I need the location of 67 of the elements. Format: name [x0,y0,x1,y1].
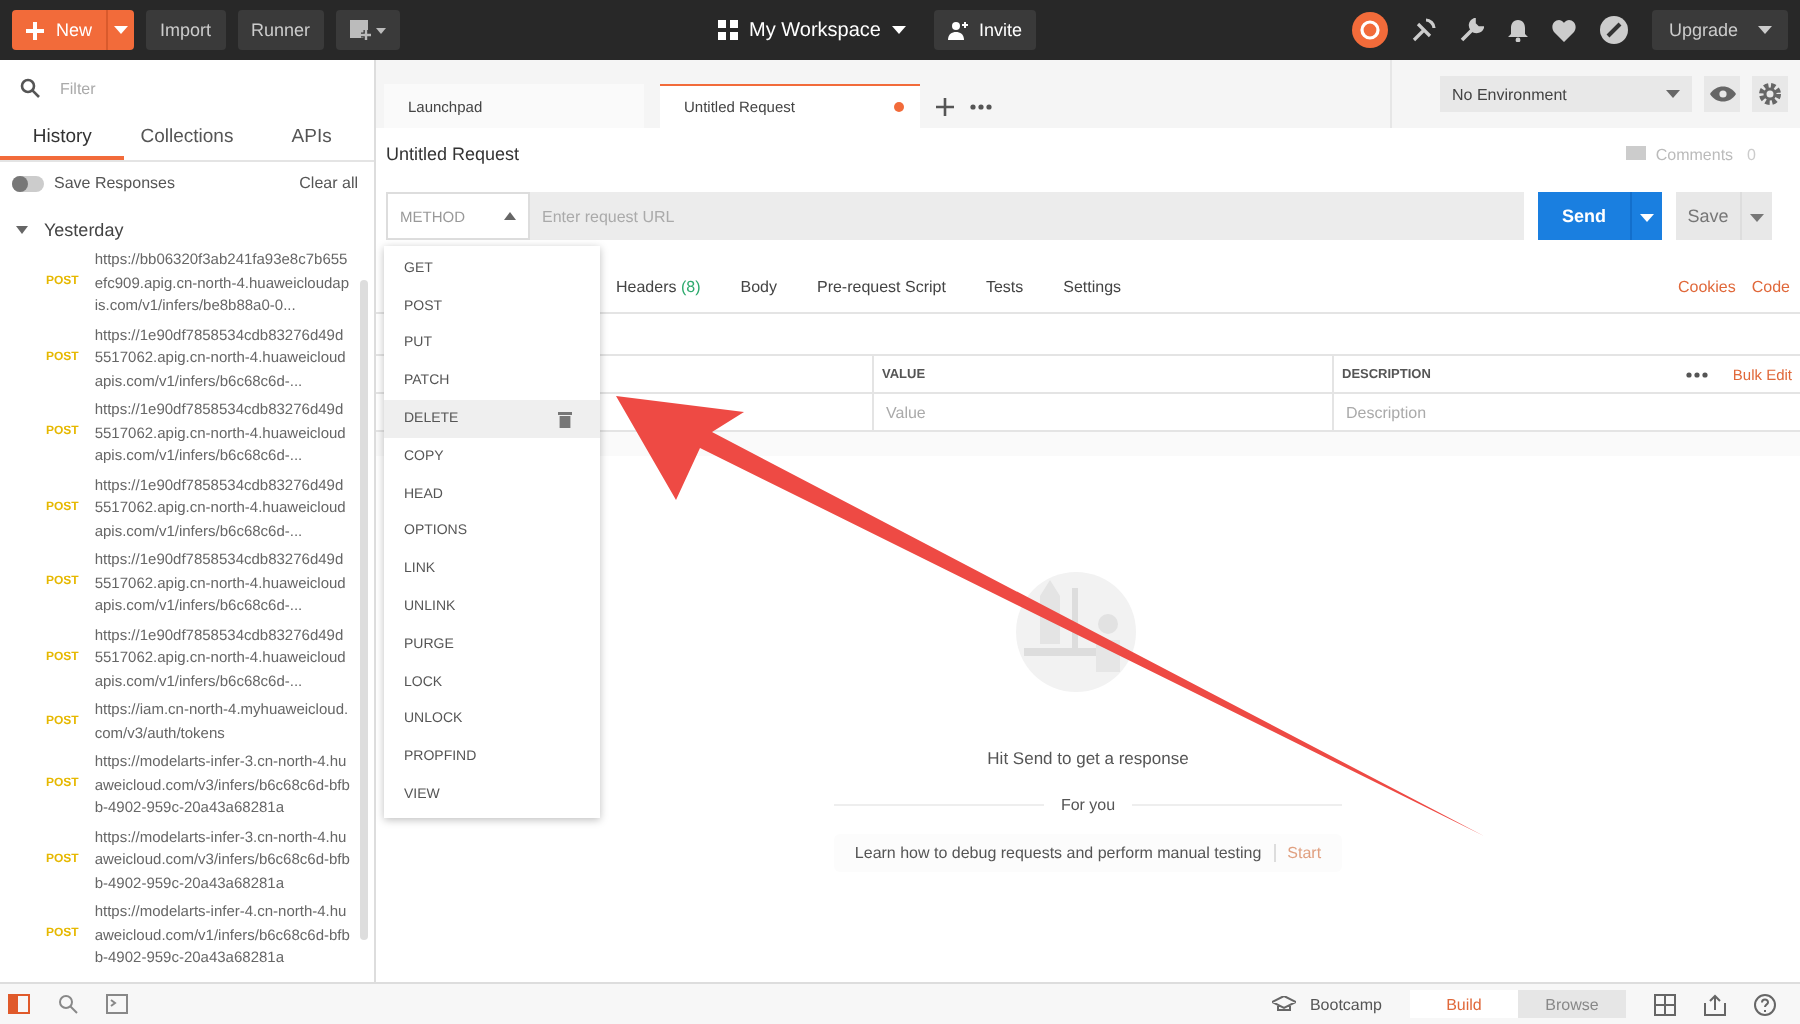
heart-icon[interactable] [1552,19,1577,41]
section-tab[interactable]: Body [740,277,777,295]
more-icon[interactable] [970,103,992,109]
sidebar-icon[interactable] [8,994,30,1014]
group-label: Yesterday [44,220,124,240]
toolbar-button[interactable]: Import [146,10,226,50]
toggle-switch[interactable] [12,175,44,191]
new-dropdown-button[interactable] [106,10,135,50]
toolbar-button[interactable]: Runner [237,10,325,50]
section-tab[interactable]: Headers (8) [616,277,701,295]
more-icon[interactable] [1686,371,1709,377]
value-field[interactable]: Value [882,401,1332,423]
save-button[interactable]: Save [1676,192,1740,240]
empty-response-message: Hit Send to get a response [987,748,1189,768]
grid-icon [717,20,738,40]
sidebar-tab[interactable]: History [0,116,125,160]
section-heading: For you [1060,796,1116,814]
workspace-selector[interactable]: My Workspace [717,19,907,41]
graduation-cap-icon [1271,996,1296,1012]
section-tab[interactable]: Tests [985,277,1024,295]
upload-icon[interactable] [1704,993,1726,1015]
url-field[interactable]: Enter request URL [530,192,1524,240]
tip-text: Learn how to debug requests and perform manual testing [854,844,1276,862]
invite-button[interactable]: Invite [934,10,1036,50]
comment-icon [1625,146,1646,162]
search-icon [20,78,40,98]
console-icon[interactable] [106,994,128,1014]
caret-icon [892,26,907,34]
filter-field[interactable]: Filter [56,77,354,99]
bootcamp-button[interactable]: Bootcamp [1271,995,1382,1013]
eye-icon [1709,86,1735,102]
plus-icon[interactable] [936,97,954,115]
clear-all-button[interactable]: Clear all [299,174,358,192]
caret-icon [114,26,129,34]
caret-icon [1758,26,1772,34]
window-plus-icon [350,20,387,40]
description-field[interactable]: Description [1342,401,1792,423]
notifications-icon[interactable] [1508,18,1529,42]
search-icon[interactable] [58,994,78,1014]
caret-icon [1750,213,1764,221]
scrollbar[interactable] [360,280,368,940]
trash-icon[interactable] [558,411,572,428]
person-plus-icon [948,20,969,40]
caret-icon [504,212,516,220]
wrench-icon[interactable] [1460,18,1485,42]
upgrade-button[interactable]: Upgrade [1652,10,1788,50]
section-tab[interactable]: Pre-request Script [816,277,946,295]
save-dropdown-button[interactable] [1740,192,1772,240]
environment-select[interactable]: No Environment [1440,76,1692,112]
request-title: Untitled Request [386,144,520,164]
new-window-button[interactable] [336,10,401,50]
settings-icon [1758,82,1782,106]
caret-icon [1640,213,1654,221]
avatar-icon[interactable] [1600,16,1629,44]
caret-icon [1666,90,1680,98]
sidebar-tab[interactable]: APIs [249,116,374,160]
section-tab[interactable]: Settings [1063,277,1122,295]
eye-button[interactable] [1704,76,1740,112]
help-icon[interactable] [1754,993,1776,1015]
toggle-label: Save Responses [54,174,177,192]
layout-icon[interactable] [1654,993,1676,1015]
send-dropdown-button[interactable] [1630,192,1662,240]
send-button[interactable]: Send [1538,192,1630,240]
plus-icon [26,21,44,39]
settings-button[interactable] [1752,76,1788,112]
caret-icon[interactable] [16,225,28,235]
sidebar-tab[interactable]: Collections [124,116,250,160]
